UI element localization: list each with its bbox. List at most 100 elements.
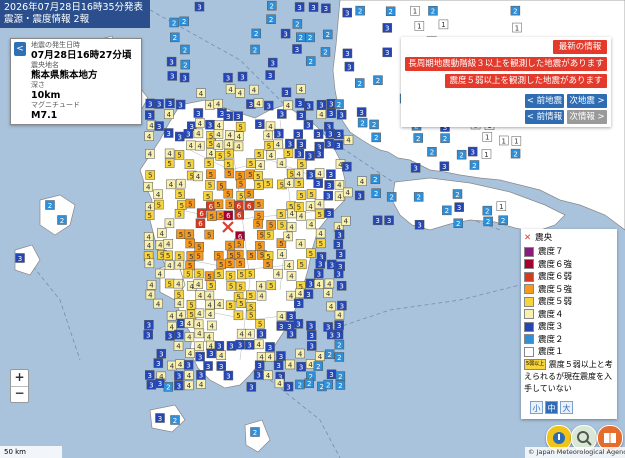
zoom-in-button[interactable]: + xyxy=(11,370,28,387)
intensity-marker-label: 4 xyxy=(337,182,342,190)
intensity-marker-label: 5 xyxy=(260,252,264,260)
intensity-marker-label: 3 xyxy=(268,72,272,80)
prev-info-button[interactable]: < 前情報 xyxy=(525,110,564,124)
intensity-marker-label: 5 xyxy=(267,232,271,240)
intensity-marker-label: 3 xyxy=(307,103,311,111)
intensity-marker-label: 4 xyxy=(148,151,153,159)
intensity-marker-label: 2 xyxy=(373,176,377,184)
region-value: 熊本県熊本地方 xyxy=(31,70,98,81)
intensity-marker-label: 5 xyxy=(228,272,232,280)
intensity-marker-label: 4 xyxy=(279,313,284,321)
intensity-marker-label: 3 xyxy=(326,192,330,200)
intensity-marker-label: 5 xyxy=(177,152,181,160)
intensity-marker-label: 3 xyxy=(357,192,361,200)
intensity-marker-label: 4 xyxy=(187,372,192,380)
intensity-marker-label: 4 xyxy=(248,330,253,338)
intensity-marker-label: 3 xyxy=(328,130,332,138)
intensity-marker-label: 4 xyxy=(217,301,222,309)
intensity-marker-label: 3 xyxy=(179,320,183,328)
intensity-marker-label: 5 xyxy=(187,231,191,239)
intensity-marker-label: 3 xyxy=(286,383,290,391)
intensity-marker-label: 3 xyxy=(279,323,283,331)
intensity-marker-label: 2 xyxy=(374,134,378,142)
intensity-marker-label: 4 xyxy=(196,130,201,138)
intensity-marker-label: 5 xyxy=(228,201,232,209)
intensity-marker-label: 5 xyxy=(286,150,290,158)
legend-swatch xyxy=(524,334,534,344)
intensity-marker-label: 5 xyxy=(266,261,270,269)
intensity-marker-label: 5 xyxy=(249,252,253,260)
zoom-out-button[interactable]: − xyxy=(11,386,28,402)
collapse-panel-button[interactable]: < xyxy=(14,42,26,56)
legend-label: 震度５弱 xyxy=(538,297,573,307)
intensity-marker-label: 4 xyxy=(167,262,172,270)
size-medium-button[interactable]: 中 xyxy=(545,401,558,414)
intensity-marker-label: 5 xyxy=(280,181,284,189)
prev-quake-button[interactable]: < 前地震 xyxy=(525,94,564,108)
legend-swatch xyxy=(524,259,534,269)
intensity-marker-label: 5 xyxy=(309,250,313,258)
intensity-marker-label: 3 xyxy=(279,353,283,361)
intensity-marker-label: 3 xyxy=(178,101,182,109)
intensity-marker-label: 3 xyxy=(209,350,213,358)
intensity-marker-label: 3 xyxy=(268,344,272,352)
intensity-marker-label: 2 xyxy=(360,119,364,127)
intensity-marker-label: 4 xyxy=(188,350,193,358)
size-large-button[interactable]: 大 xyxy=(560,401,573,414)
intensity-marker-label: 4 xyxy=(146,184,151,192)
intensity-marker-label: 5 xyxy=(227,170,231,178)
intensity-marker-label: 1 xyxy=(502,137,506,145)
intensity-marker-label: 5 xyxy=(207,273,211,281)
intensity-marker-label: 5 xyxy=(219,182,223,190)
latest-info-button[interactable]: 最新の情報 xyxy=(553,40,607,54)
intensity-marker-label: 5 xyxy=(256,221,260,229)
intensity-marker-label: 3 xyxy=(267,102,271,110)
intensity-marker-label: 3 xyxy=(276,362,280,370)
intensity-marker-label: 3 xyxy=(18,255,22,263)
intensity-marker-label: 4 xyxy=(317,201,322,209)
intensity-marker-label: 5 xyxy=(239,180,243,188)
intensity-marker-label: 4 xyxy=(167,220,172,228)
intensity-marker-label: 4 xyxy=(147,133,152,141)
intensity-marker-label: 3 xyxy=(316,180,320,188)
intensity-marker-label: 5 xyxy=(167,160,171,168)
intensity-marker-label: 4 xyxy=(326,290,331,298)
intensity-notice-button[interactable]: 震度５弱以上を観測した地震があります xyxy=(445,74,607,88)
intensity-marker-label: 3 xyxy=(238,341,242,349)
intensity-marker-label: 4 xyxy=(266,132,271,140)
intensity-marker-label: 2 xyxy=(308,58,312,66)
intensity-marker-label: 4 xyxy=(216,142,221,150)
intensity-marker-label: 2 xyxy=(166,384,170,392)
legend-row: 震度６強 xyxy=(524,259,572,271)
intensity-marker-label: 4 xyxy=(317,281,322,289)
intensity-marker-label: 3 xyxy=(340,302,344,310)
intensity-marker-label: 4 xyxy=(196,281,201,289)
intensity-marker-label: 4 xyxy=(252,86,257,94)
intensity-marker-label: 5 xyxy=(279,211,283,219)
intensity-marker-label: 3 xyxy=(297,4,301,12)
intensity-marker-label: 4 xyxy=(208,301,213,309)
intensity-marker-label: 5 xyxy=(260,232,264,240)
next-info-button[interactable]: 次情報 > xyxy=(567,110,607,124)
intensity-marker-label: 5 xyxy=(226,190,230,198)
intensity-marker-label: 4 xyxy=(337,311,342,319)
intensity-marker-label: 5 xyxy=(209,171,213,179)
intensity-marker-label: 3 xyxy=(417,222,421,230)
intensity-marker-label: 5 xyxy=(248,271,252,279)
intensity-marker-label: 5 xyxy=(157,201,161,209)
intensity-marker-label: 3 xyxy=(330,261,334,269)
intensity-marker-label: 2 xyxy=(513,150,517,158)
intensity-marker-label: 4 xyxy=(197,310,202,318)
intensity-marker-label: 5 xyxy=(280,222,284,230)
intensity-marker-label: 4 xyxy=(276,141,281,149)
long-period-notice-button[interactable]: 長周期地震動階級３以上を観測した地震があります xyxy=(405,57,607,71)
intensity-marker-label: 4 xyxy=(189,142,194,150)
issued-time: 2026年07月28日16時35分発表 xyxy=(4,2,144,13)
next-quake-button[interactable]: 次地震 > xyxy=(567,94,607,108)
intensity-marker-label: 4 xyxy=(169,313,174,321)
intensity-marker-label: 3 xyxy=(283,30,287,38)
intensity-legend: ✕ 震央 震度７ 震度６強 震度６弱 震度５強 震度５弱 震度４ 震度３ 震度２ 震度１ 5弱以上… xyxy=(521,229,617,419)
size-small-button[interactable]: 小 xyxy=(530,401,543,414)
intensity-marker-label: 5 xyxy=(179,231,183,239)
intensity-marker-label: 3 xyxy=(299,364,303,372)
